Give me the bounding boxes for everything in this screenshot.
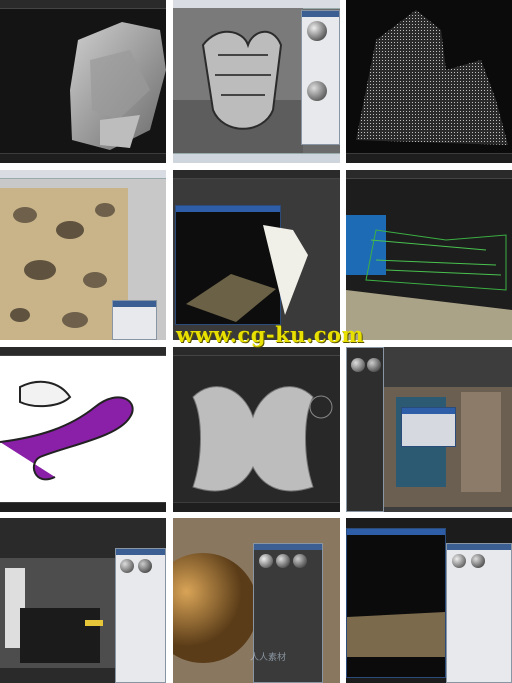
render-frame-window[interactable] bbox=[346, 528, 446, 678]
material-sphere[interactable] bbox=[471, 554, 485, 568]
tile-rock-texture-photoshop[interactable] bbox=[0, 170, 166, 340]
dialog-box[interactable] bbox=[401, 407, 456, 447]
layers-panel[interactable] bbox=[112, 300, 157, 340]
terrain-viewport bbox=[263, 225, 308, 315]
material-sphere[interactable] bbox=[276, 554, 290, 568]
material-sphere[interactable] bbox=[452, 554, 466, 568]
material-sphere[interactable] bbox=[307, 81, 327, 101]
rock-wireframe-image bbox=[356, 10, 508, 145]
status-bar bbox=[173, 502, 340, 512]
tile-ground-render-material-editor[interactable] bbox=[346, 518, 512, 683]
material-editor-panel[interactable] bbox=[446, 543, 512, 683]
tile-3dsmax-terrain-render-dialog[interactable] bbox=[173, 170, 340, 340]
rock-sculpt-image bbox=[70, 22, 166, 150]
material-sphere[interactable] bbox=[120, 559, 134, 573]
status-bar bbox=[0, 153, 166, 163]
screenshot-collage: www.cg-ku.com 人人素材 bbox=[0, 0, 512, 683]
material-editor-panel[interactable] bbox=[115, 548, 166, 683]
status-bar bbox=[346, 153, 512, 163]
tile-vegetation-wireframe-scene[interactable] bbox=[346, 170, 512, 340]
material-editor-panel[interactable] bbox=[301, 10, 340, 145]
tile-ornament-illustration-purple[interactable] bbox=[0, 347, 166, 512]
site-watermark: www.cg-ku.com bbox=[176, 322, 365, 347]
tile-rock-wireframe-render[interactable] bbox=[346, 0, 512, 163]
ornament-illustration bbox=[0, 380, 134, 481]
material-sphere[interactable] bbox=[138, 559, 152, 573]
tile-zbrush-rock-sculpt[interactable] bbox=[0, 0, 166, 163]
tile-building-street-material-editor[interactable] bbox=[0, 518, 166, 683]
status-bar bbox=[173, 153, 340, 163]
material-sphere[interactable] bbox=[293, 554, 307, 568]
tile-building-window-scene[interactable] bbox=[346, 347, 512, 512]
vegetation-viewport bbox=[346, 215, 512, 340]
material-sphere[interactable] bbox=[259, 554, 273, 568]
logo-watermark: 人人素材 bbox=[250, 653, 287, 663]
status-bar bbox=[0, 502, 166, 512]
tile-3dsmax-armor-material[interactable] bbox=[173, 0, 340, 163]
ornament-sculpt-viewport bbox=[192, 386, 333, 492]
material-sphere[interactable] bbox=[307, 21, 327, 41]
tile-zbrush-ornament-sculpt[interactable] bbox=[173, 347, 340, 512]
